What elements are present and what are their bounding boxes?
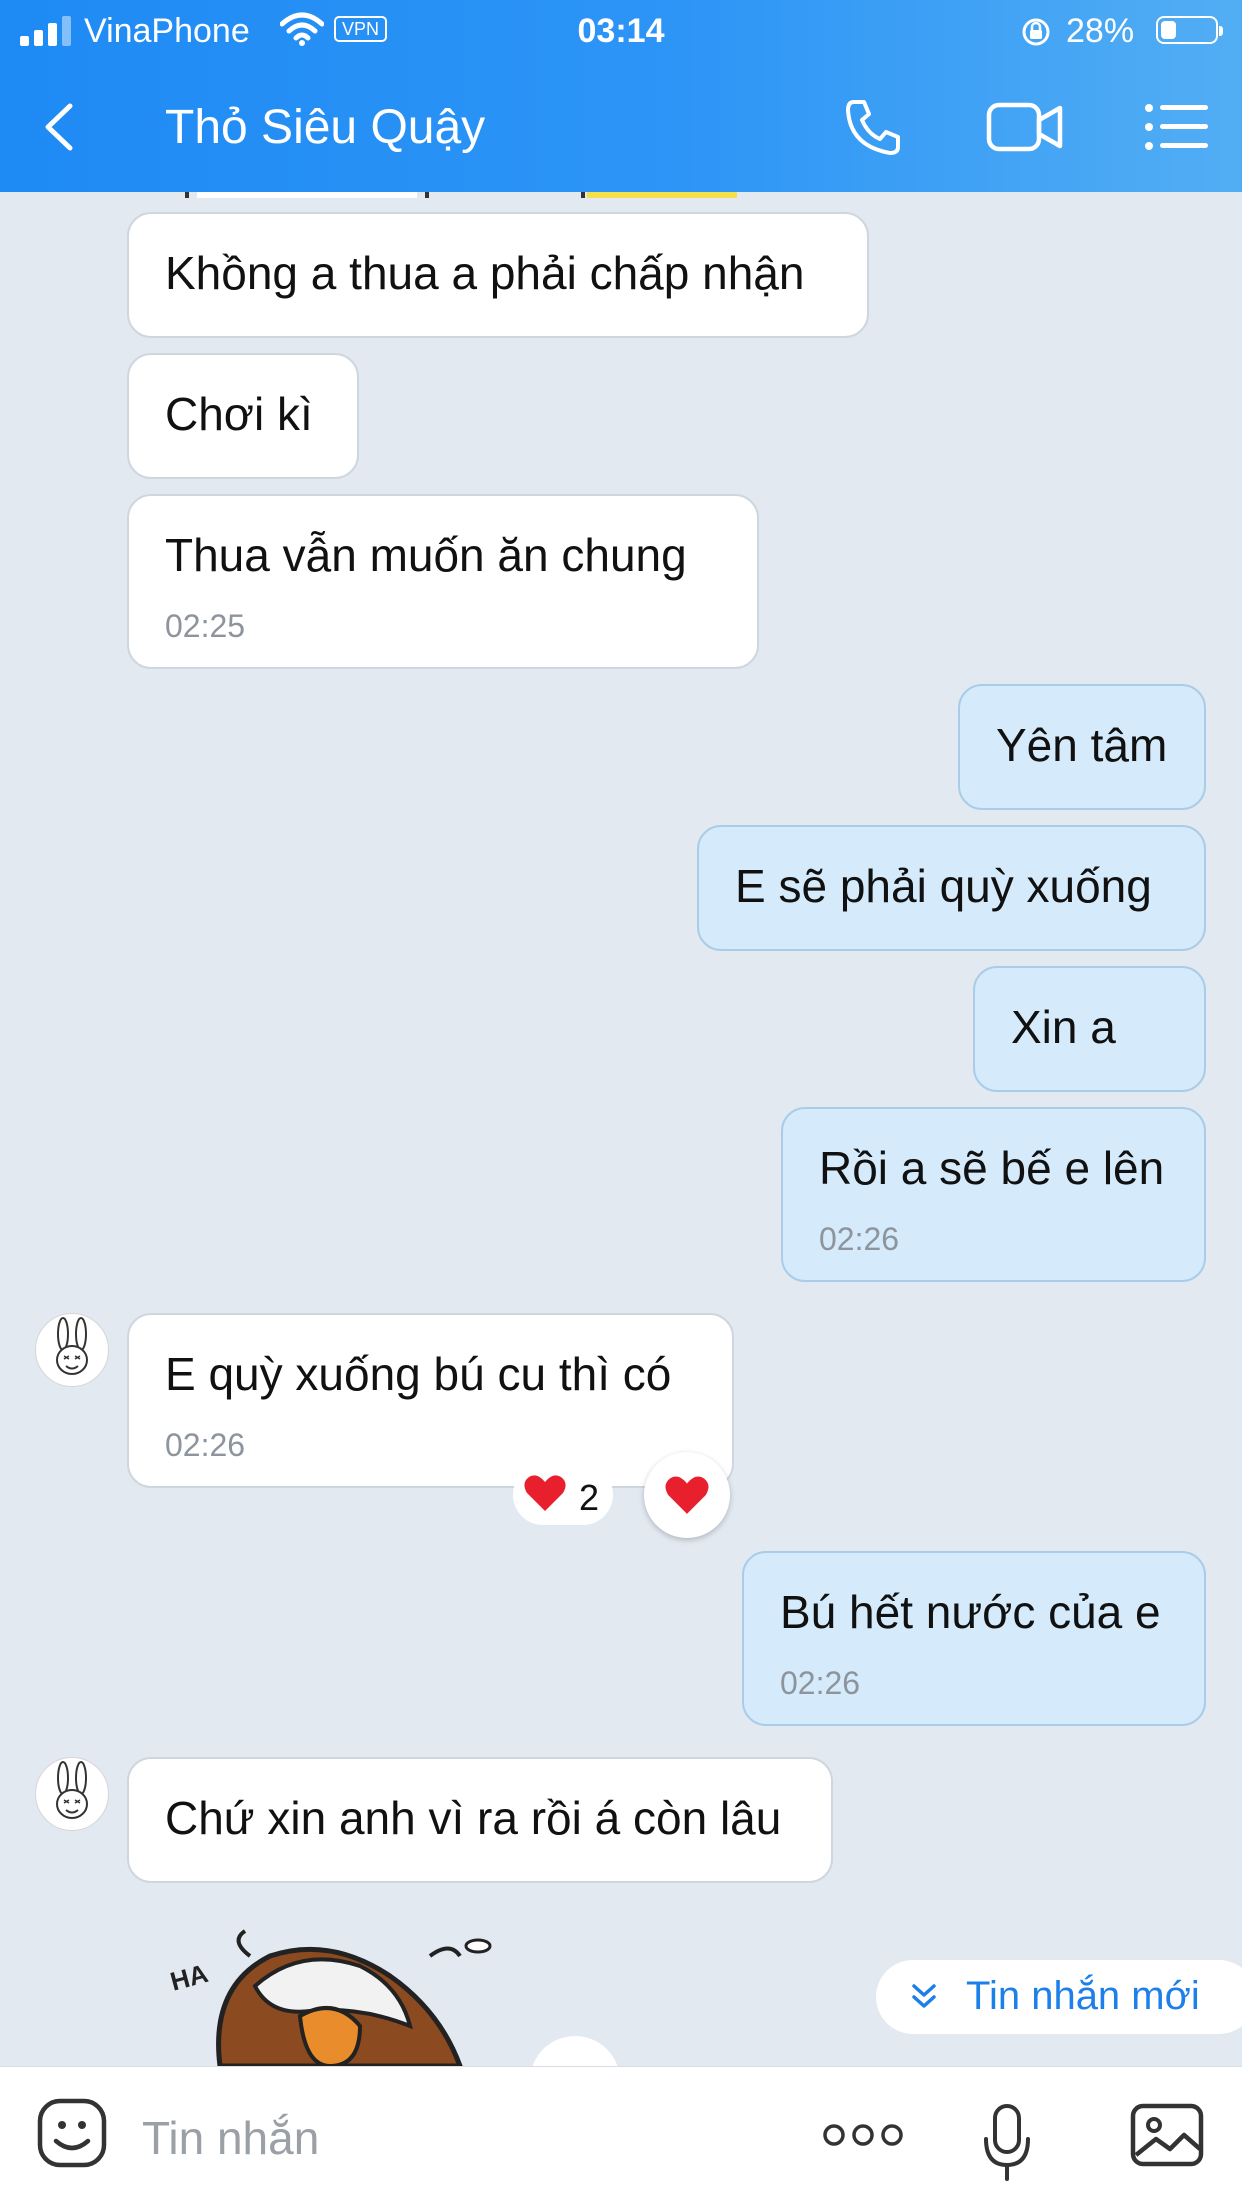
message-time: 02:26 bbox=[819, 1221, 900, 1257]
battery-percent: 28% bbox=[1066, 12, 1135, 50]
message-text: Xin a bbox=[1011, 1001, 1116, 1053]
message-bubble[interactable]: Yên tâm bbox=[958, 684, 1206, 810]
reaction-count: 2 bbox=[579, 1477, 600, 1518]
message-bubble[interactable]: Chơi kì bbox=[127, 353, 359, 479]
menu-icon[interactable] bbox=[1144, 102, 1208, 152]
message-time: 02:26 bbox=[780, 1665, 861, 1701]
message-bubble[interactable]: E quỳ xuống bú cu thì có 02:26 bbox=[127, 1313, 734, 1488]
message-text: Yên tâm bbox=[996, 719, 1168, 771]
message-text: Khồng a thua a phải chấp nhận bbox=[165, 247, 805, 299]
new-messages-button[interactable]: Tin nhắn mới bbox=[876, 1960, 1242, 2034]
message-composer bbox=[0, 2066, 1242, 2209]
video-call-icon[interactable] bbox=[986, 100, 1064, 154]
image-message-partial[interactable] bbox=[185, 192, 745, 198]
heart-icon bbox=[524, 1475, 566, 1511]
message-bubble[interactable]: Chứ xin anh vì ra rồi á còn lâu bbox=[127, 1757, 833, 1883]
double-chevron-down-icon bbox=[912, 1984, 936, 2008]
new-messages-label: Tin nhắn mới bbox=[966, 1974, 1200, 2018]
svg-text:HA: HA bbox=[167, 1958, 211, 1997]
rabbit-avatar-icon bbox=[56, 1317, 88, 1375]
message-text: E sẽ phải quỳ xuống bbox=[735, 860, 1152, 912]
microphone-icon[interactable] bbox=[982, 2103, 1032, 2183]
chat-header: VinaPhone VPN 03:14 28% Thỏ Siêu Quậy bbox=[0, 0, 1242, 192]
message-time: 02:25 bbox=[165, 608, 246, 644]
message-bubble[interactable]: Xin a bbox=[973, 966, 1206, 1092]
rabbit-avatar-icon bbox=[56, 1761, 88, 1819]
message-text: Thua vẫn muốn ăn chung bbox=[165, 529, 687, 581]
message-text: E quỳ xuống bú cu thì có bbox=[165, 1348, 672, 1400]
image-icon[interactable] bbox=[1130, 2103, 1204, 2167]
message-text: Rồi a sẽ bế e lên bbox=[819, 1142, 1165, 1194]
chat-title[interactable]: Thỏ Siêu Quậy bbox=[165, 100, 485, 155]
heart-icon bbox=[665, 1476, 709, 1514]
contact-avatar[interactable] bbox=[35, 1313, 109, 1387]
message-bubble[interactable]: Rồi a sẽ bế e lên 02:26 bbox=[781, 1107, 1206, 1282]
emoji-icon[interactable] bbox=[36, 2097, 108, 2169]
message-bubble[interactable]: Thua vẫn muốn ăn chung 02:25 bbox=[127, 494, 759, 669]
message-bubble[interactable]: Khồng a thua a phải chấp nhận bbox=[127, 212, 869, 338]
status-bar: VinaPhone VPN 03:14 28% bbox=[0, 0, 1242, 62]
react-button[interactable] bbox=[644, 1452, 730, 1538]
rotation-lock-icon bbox=[1022, 18, 1050, 46]
battery-level bbox=[1161, 21, 1176, 39]
status-time: 03:14 bbox=[577, 12, 665, 50]
message-text: Chứ xin anh vì ra rồi á còn lâu bbox=[165, 1792, 782, 1844]
phone-icon[interactable] bbox=[842, 96, 904, 158]
more-icon[interactable] bbox=[822, 2121, 904, 2149]
contact-avatar[interactable] bbox=[35, 1757, 109, 1831]
message-text: Chơi kì bbox=[165, 388, 313, 440]
message-input[interactable] bbox=[140, 2107, 764, 2169]
message-text: Bú hết nước của e bbox=[780, 1586, 1161, 1638]
message-bubble[interactable]: E sẽ phải quỳ xuống bbox=[697, 825, 1206, 951]
message-time: 02:26 bbox=[165, 1427, 246, 1463]
laughing-sticker[interactable]: HA bbox=[160, 1916, 500, 2066]
message-bubble[interactable]: Bú hết nước của e 02:26 bbox=[742, 1551, 1206, 1726]
back-icon[interactable] bbox=[40, 102, 76, 152]
reaction-count-badge[interactable]: 2 bbox=[513, 1465, 613, 1525]
battery-icon bbox=[1156, 16, 1223, 44]
